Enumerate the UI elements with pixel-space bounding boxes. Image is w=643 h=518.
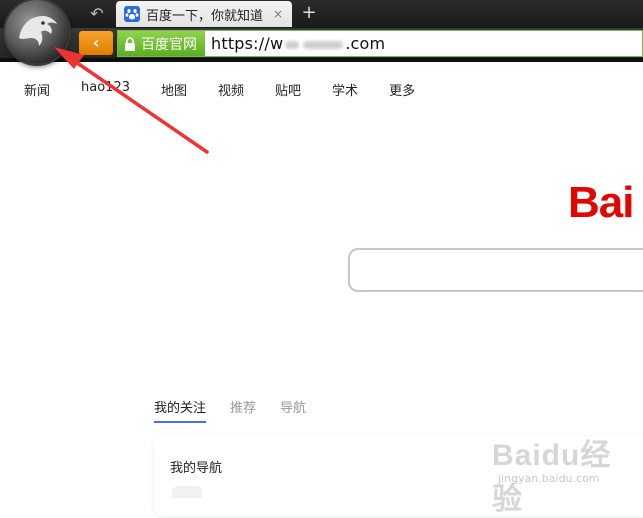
chrome-divider xyxy=(0,58,643,62)
browser-logo-icon xyxy=(19,16,57,46)
navigation-tile[interactable] xyxy=(172,486,202,498)
top-nav: 新闻 hao123 地图 视频 贴吧 学术 更多 xyxy=(24,80,446,100)
back-button[interactable]: ‹ xyxy=(79,31,113,55)
search-input[interactable] xyxy=(348,248,643,292)
url-blur-mark xyxy=(303,40,344,49)
content-tabs: 我的关注 推荐 导航 xyxy=(154,397,330,423)
nav-item-scholar[interactable]: 学术 xyxy=(332,80,358,100)
lock-icon xyxy=(125,36,135,51)
tab-close-button[interactable]: × xyxy=(270,7,286,21)
tab-recommend[interactable]: 推荐 xyxy=(230,397,256,423)
nav-item-map[interactable]: 地图 xyxy=(161,80,187,100)
site-verified-badge[interactable]: 百度官网 xyxy=(118,31,205,56)
baidu-logo: Bai xyxy=(568,178,634,227)
address-bar[interactable]: 百度官网 https://w .com xyxy=(117,30,643,57)
my-navigation-title: 我的导航 xyxy=(170,461,223,476)
tab-my-follow[interactable]: 我的关注 xyxy=(154,397,207,423)
url-suffix: .com xyxy=(345,34,386,53)
url-blur-mark xyxy=(285,40,300,49)
nav-item-tieba[interactable]: 贴吧 xyxy=(275,80,301,100)
site-badge-label: 百度官网 xyxy=(141,36,197,53)
tab-navigation[interactable]: 导航 xyxy=(280,397,306,423)
nav-item-news[interactable]: 新闻 xyxy=(24,80,50,100)
paw-favicon-icon xyxy=(124,6,140,22)
tab-title: 百度一下，你就知道 xyxy=(146,8,264,24)
new-tab-button[interactable]: + xyxy=(298,2,320,24)
watermark: Baidu经验 jingyan.baidu.com xyxy=(492,430,642,516)
watermark-url: jingyan.baidu.com xyxy=(498,472,600,485)
url-text[interactable]: https://w .com xyxy=(211,34,385,53)
nav-item-hao123[interactable]: hao123 xyxy=(81,80,130,100)
undo-close-tab-button[interactable]: ↶ xyxy=(82,3,112,25)
url-prefix: https://w xyxy=(211,34,284,53)
tab-baidu[interactable]: 百度一下，你就知道 × xyxy=(116,1,292,27)
browser-menu-button[interactable] xyxy=(5,0,69,64)
nav-item-video[interactable]: 视频 xyxy=(218,80,244,100)
nav-item-more[interactable]: 更多 xyxy=(389,80,415,100)
